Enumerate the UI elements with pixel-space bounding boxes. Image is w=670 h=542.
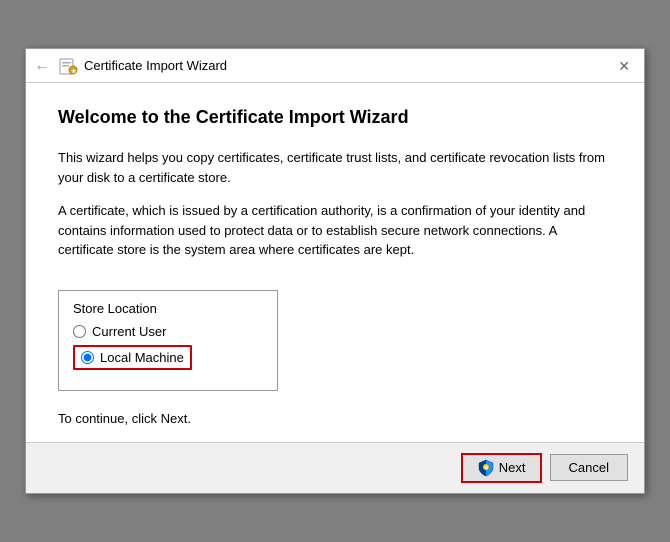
continue-text: To continue, click Next. xyxy=(58,411,612,426)
local-machine-label[interactable]: Local Machine xyxy=(100,350,184,365)
current-user-radio[interactable] xyxy=(73,325,86,338)
page-title: Welcome to the Certificate Import Wizard xyxy=(58,107,612,128)
description-2: A certificate, which is issued by a cert… xyxy=(58,201,612,260)
local-machine-row: Local Machine xyxy=(73,345,263,370)
current-user-row: Current User xyxy=(73,324,263,339)
store-location-label: Store Location xyxy=(73,301,263,316)
description-1: This wizard helps you copy certificates,… xyxy=(58,148,612,187)
next-button[interactable]: ★ Next xyxy=(461,453,542,483)
local-machine-highlight-box: Local Machine xyxy=(73,345,192,370)
svg-text:★: ★ xyxy=(71,68,77,75)
next-label: Next xyxy=(499,460,526,475)
title-bar: ← ★ Certificate Import Wizard ✕ xyxy=(26,49,644,83)
cancel-button[interactable]: Cancel xyxy=(550,454,628,481)
local-machine-radio[interactable] xyxy=(81,351,94,364)
back-button[interactable]: ← xyxy=(34,57,50,75)
close-button[interactable]: ✕ xyxy=(612,57,636,75)
shield-icon: ★ xyxy=(477,459,495,477)
certificate-import-wizard-window: ← ★ Certificate Import Wizard ✕ Welcome … xyxy=(25,48,645,494)
footer: ★ Next Cancel xyxy=(26,442,644,493)
wizard-icon: ★ xyxy=(58,56,78,76)
window-title: Certificate Import Wizard xyxy=(84,58,612,73)
current-user-label[interactable]: Current User xyxy=(92,324,166,339)
svg-text:★: ★ xyxy=(484,465,489,471)
wizard-content: Welcome to the Certificate Import Wizard… xyxy=(26,83,644,442)
store-location-group: Store Location Current User Local Machin… xyxy=(58,290,278,391)
